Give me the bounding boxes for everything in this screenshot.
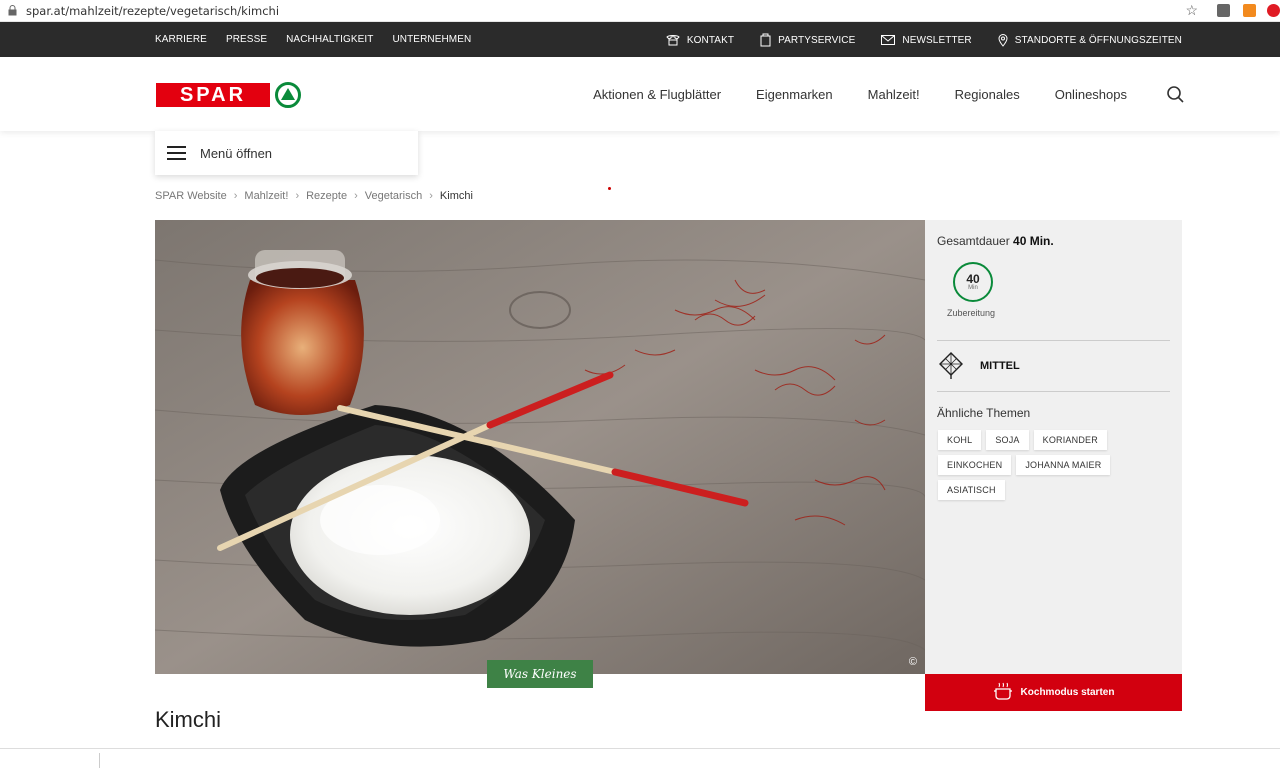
difficulty-level: MITTEL [980,360,1020,372]
kimchi-photo [155,220,925,674]
nav-regionales[interactable]: Regionales [955,87,1020,102]
main-nav: Aktionen & Flugblätter Eigenmarken Mahlz… [593,87,1127,102]
link-kontakt[interactable]: KONTAKT [666,33,734,47]
recipe-info-panel: Gesamtdauer 40 Min. 40 Min Zubereitung M… [925,220,1182,674]
prep-time-circle: 40 Min [953,262,993,302]
divider [937,340,1170,341]
location-icon [998,33,1008,47]
link-label: NEWSLETTER [902,34,972,46]
tag-asiatisch[interactable]: ASIATISCH [938,480,1005,500]
corporate-links: KARRIERE PRESSE NACHHALTIGKEIT UNTERNEHM… [155,34,471,45]
mail-icon [881,35,896,45]
decorative-dot [608,187,611,190]
tag-list: KOHL SOJA KORIANDER EINKOCHEN JOHANNA MA… [938,430,1173,500]
breadcrumb-item[interactable]: SPAR Website [155,190,227,202]
link-newsletter[interactable]: NEWSLETTER [881,33,972,47]
link-nachhaltigkeit[interactable]: NACHHALTIGKEIT [286,34,373,45]
breadcrumb-item[interactable]: Rezepte [306,190,347,202]
tag-johanna-maier[interactable]: JOHANNA MAIER [1016,455,1111,475]
link-label: KONTAKT [686,34,735,46]
nav-eigenmarken[interactable]: Eigenmarken [756,87,833,102]
difficulty-icon [939,352,963,385]
extension-icon[interactable] [1267,4,1280,17]
browser-status-bar [0,748,1280,768]
divider [99,753,100,768]
chevron-right-icon: › [354,190,358,202]
category-badge: Was Kleines [487,660,593,688]
chevron-right-icon: › [295,190,300,202]
tag-soja[interactable]: SOJA [986,430,1029,450]
top-utility-bar: KARRIERE PRESSE NACHHALTIGKEIT UNTERNEHM… [0,22,1280,57]
duration-value: 40 Min. [1013,234,1054,248]
tag-kohl[interactable]: KOHL [938,430,982,450]
cooking-pot-icon [993,682,1013,703]
link-presse[interactable]: PRESSE [226,34,267,45]
nav-onlineshops[interactable]: Onlineshops [1055,87,1127,102]
link-standorte[interactable]: STANDORTE & ÖFFNUNGSZEITEN [998,33,1182,47]
start-cooking-mode-button[interactable]: Kochmodus starten [925,674,1182,711]
extension-icon[interactable] [1217,4,1230,17]
link-unternehmen[interactable]: UNTERNEHMEN [392,34,471,45]
breadcrumb-current: Kimchi [439,190,473,202]
duration-label: Gesamtdauer [937,234,1010,248]
hamburger-icon [167,142,186,164]
spar-logo[interactable]: SPAR [156,82,301,108]
prep-minutes: 40 [966,272,980,286]
link-label: PARTYSERVICE [778,34,856,46]
phone-icon [666,34,680,46]
prep-label: Zubereitung [947,308,996,318]
nav-aktionen[interactable]: Aktionen & Flugblätter [593,87,721,102]
menu-open-button[interactable]: Menü öffnen [155,131,418,175]
browser-url-bar[interactable]: spar.at/mahlzeit/rezepte/vegetarisch/kim… [0,0,1280,22]
bookmark-star-icon[interactable]: ☆ [1185,2,1198,19]
url-text[interactable]: spar.at/mahlzeit/rezepte/vegetarisch/kim… [26,4,279,18]
chevron-right-icon: › [429,190,433,202]
tag-einkochen[interactable]: EINKOCHEN [938,455,1012,475]
link-karriere[interactable]: KARRIERE [155,34,207,45]
search-icon[interactable] [1167,86,1184,108]
related-themes-heading: Ähnliche Themen [937,406,1031,420]
total-duration: Gesamtdauer 40 Min. [937,234,1054,248]
extension-icon[interactable] [1243,4,1256,17]
link-label: STANDORTE & ÖFFNUNGSZEITEN [1014,34,1182,46]
breadcrumb-item[interactable]: Vegetarisch [365,190,422,202]
cook-button-label: Kochmodus starten [1020,687,1115,698]
menu-open-label: Menü öffnen [200,145,273,161]
tag-koriander[interactable]: KORIANDER [1033,430,1107,450]
chevron-right-icon: › [233,190,238,202]
fir-tree-icon [275,82,301,108]
service-links: KONTAKT PARTYSERVICE NEWSLETTER STANDORT… [666,33,1182,47]
prep-unit: Min [968,285,978,291]
breadcrumb: SPAR Website › Mahlzeit! › Rezepte › Veg… [155,190,473,202]
link-partyservice[interactable]: PARTYSERVICE [760,33,855,47]
divider [937,391,1170,392]
breadcrumb-item[interactable]: Mahlzeit! [244,190,288,202]
recipe-title: Kimchi [155,707,222,732]
recipe-hero-image: © [155,220,925,674]
lock-icon [8,5,18,16]
main-header: SPAR Aktionen & Flugblätter Eigenmarken … [0,57,1280,131]
bag-icon [760,33,771,47]
logo-wordmark: SPAR [156,83,270,107]
copyright-icon[interactable]: © [909,656,917,668]
nav-mahlzeit[interactable]: Mahlzeit! [868,87,920,102]
